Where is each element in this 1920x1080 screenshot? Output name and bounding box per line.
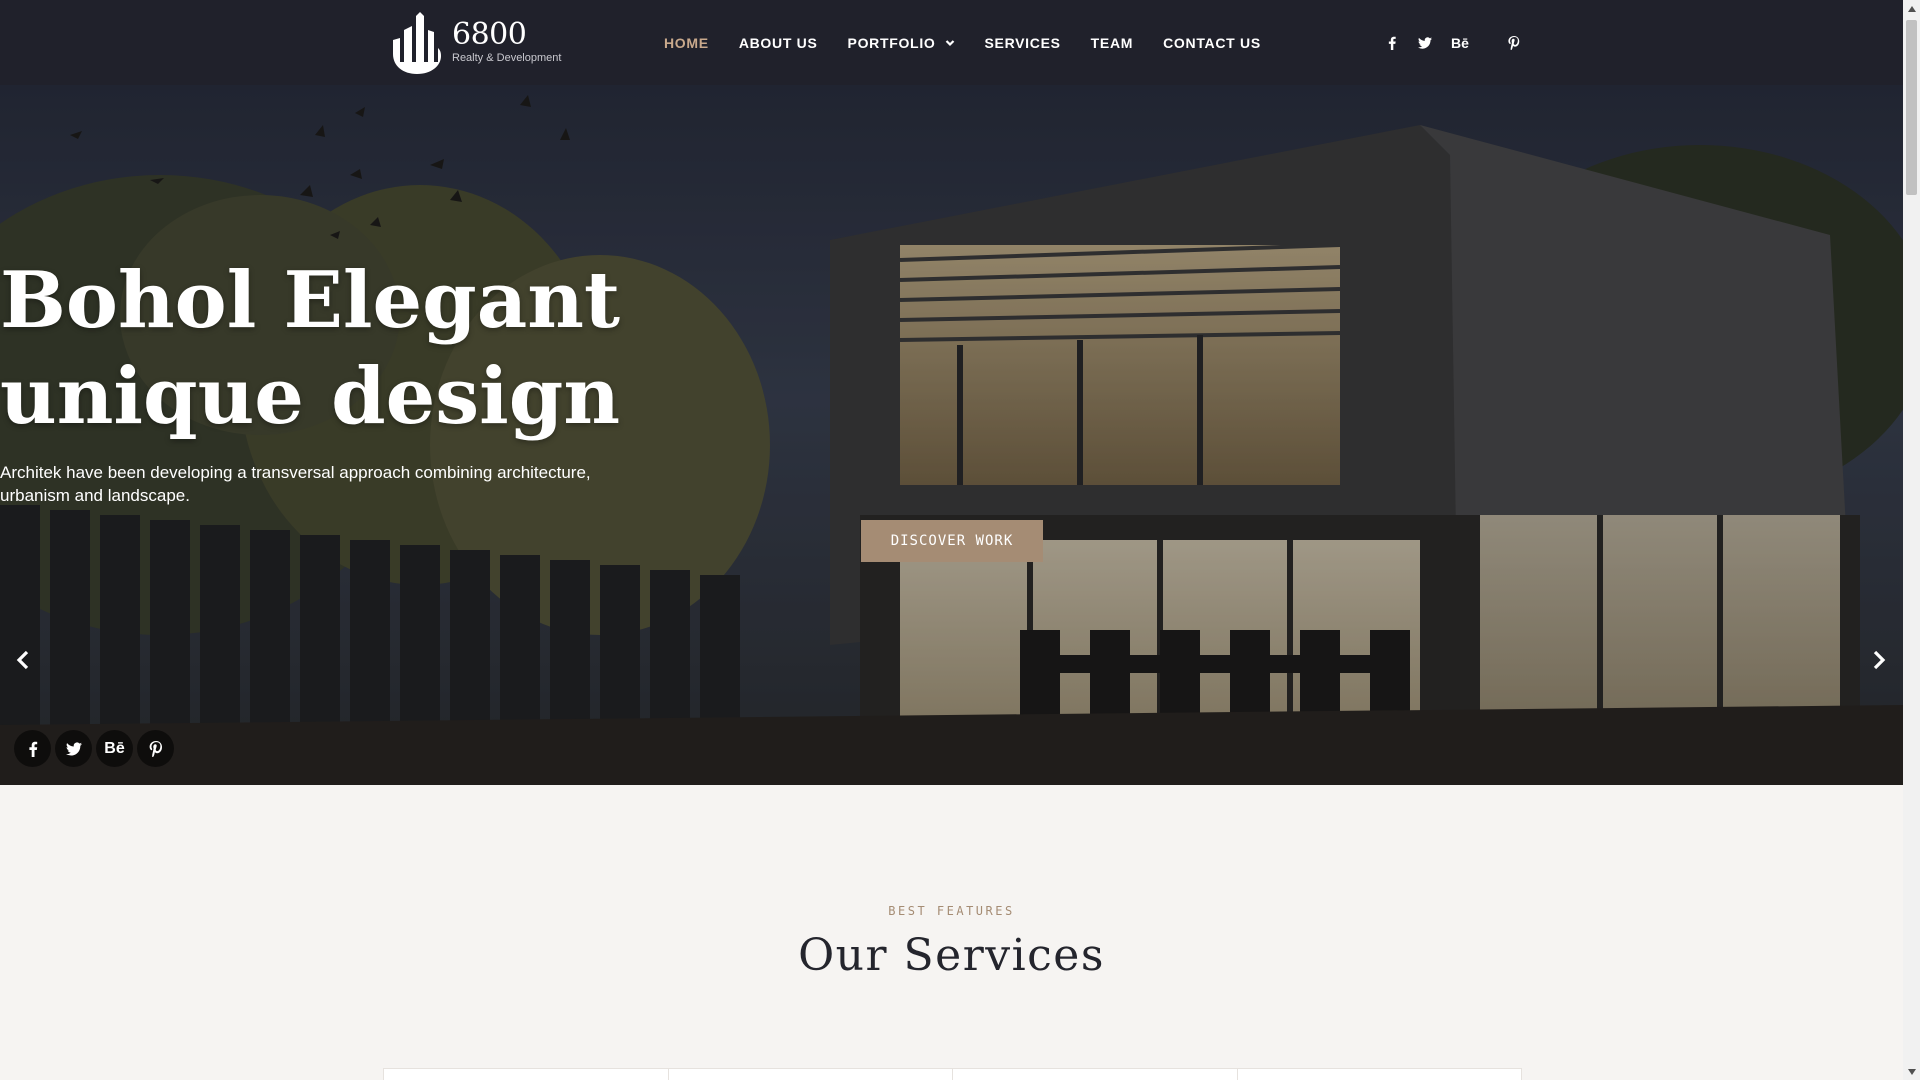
services-subtitle: BEST FEATURES xyxy=(888,904,1015,918)
header-behance-link[interactable]: Bē xyxy=(1451,35,1488,51)
twitter-icon xyxy=(65,741,82,755)
hero-title: Bohol Elegant unique design xyxy=(0,253,1903,445)
scroll-down-button[interactable] xyxy=(1903,1063,1920,1080)
chevron-down-icon xyxy=(945,39,954,46)
service-card[interactable] xyxy=(667,1068,953,1080)
header-pinterest-link[interactable] xyxy=(1507,35,1521,50)
facebook-icon xyxy=(28,741,37,757)
nav-services-label: SERVICES xyxy=(984,34,1061,51)
service-card[interactable] xyxy=(952,1068,1238,1080)
page: Bohol Elegant unique design Architek hav… xyxy=(0,0,1903,1080)
vertical-scrollbar[interactable] xyxy=(1903,0,1920,1080)
service-cards xyxy=(383,1068,1522,1080)
scrollbar-thumb[interactable] xyxy=(1906,20,1917,195)
nav-about-us[interactable]: ABOUT US xyxy=(739,35,818,51)
service-card[interactable] xyxy=(383,1068,669,1080)
nav-team[interactable]: TEAM xyxy=(1091,35,1133,51)
pinterest-icon xyxy=(1508,35,1520,50)
nav-home-label: HOME xyxy=(664,34,709,51)
hero-pinterest-link[interactable] xyxy=(137,730,174,767)
nav-portfolio-label: PORTFOLIO xyxy=(847,34,936,51)
facebook-icon xyxy=(1388,36,1396,50)
triangle-down-icon xyxy=(1907,1068,1916,1075)
nav-contact-us[interactable]: CONTACT US xyxy=(1163,35,1261,51)
behance-icon: Bē xyxy=(1451,34,1469,51)
logo-text: 6800 Realty & Development xyxy=(452,17,562,65)
slider-next-arrow[interactable] xyxy=(1868,645,1892,675)
chevron-right-icon xyxy=(1873,650,1886,670)
building-logo-icon xyxy=(393,12,441,74)
hero-description: Architek have been developing a transver… xyxy=(0,461,1903,507)
triangle-up-icon xyxy=(1907,5,1916,12)
header-facebook-link[interactable] xyxy=(1385,36,1399,50)
site-logo[interactable]: 6800 Realty & Development xyxy=(390,10,570,74)
hero-description-line-1: Architek have been developing a transver… xyxy=(0,463,591,482)
main-nav: HOME ABOUT US PORTFOLIO SERVICES TEAM CO… xyxy=(664,0,1291,85)
slider-prev-arrow[interactable] xyxy=(10,645,34,675)
logo-subtitle: Realty & Development xyxy=(452,52,562,64)
header-social-links: Bē xyxy=(1385,0,1540,85)
hero-social-links: Bē xyxy=(14,730,178,767)
scroll-up-button[interactable] xyxy=(1903,0,1920,17)
nav-contact-us-label: CONTACT US xyxy=(1163,34,1261,51)
twitter-icon xyxy=(1418,36,1432,49)
behance-icon: Bē xyxy=(104,739,125,757)
hero-twitter-link[interactable] xyxy=(55,730,92,767)
site-header: 6800 Realty & Development HOME ABOUT US … xyxy=(0,0,1903,85)
nav-team-label: TEAM xyxy=(1090,34,1134,51)
hero-title-line-2: unique design xyxy=(0,351,621,442)
logo-title: 6800 xyxy=(452,17,527,52)
nav-about-us-label: ABOUT US xyxy=(738,34,818,51)
hero-description-line-2: urbanism and landscape. xyxy=(0,486,190,505)
nav-portfolio[interactable]: PORTFOLIO xyxy=(848,35,955,51)
chevron-left-icon xyxy=(16,650,29,670)
hero-title-line-1: Bohol Elegant xyxy=(0,255,621,346)
hero-slider: Bohol Elegant unique design Architek hav… xyxy=(0,85,1903,785)
nav-home[interactable]: HOME xyxy=(664,35,709,51)
hero-facebook-link[interactable] xyxy=(14,730,51,767)
nav-services[interactable]: SERVICES xyxy=(985,35,1061,51)
service-card[interactable] xyxy=(1236,1068,1522,1080)
services-title: Our Services xyxy=(798,930,1105,981)
pinterest-icon xyxy=(149,740,162,757)
hero-behance-link[interactable]: Bē xyxy=(96,730,133,767)
header-twitter-link[interactable] xyxy=(1418,36,1432,50)
discover-work-button[interactable]: DISCOVER WORK xyxy=(861,520,1043,562)
